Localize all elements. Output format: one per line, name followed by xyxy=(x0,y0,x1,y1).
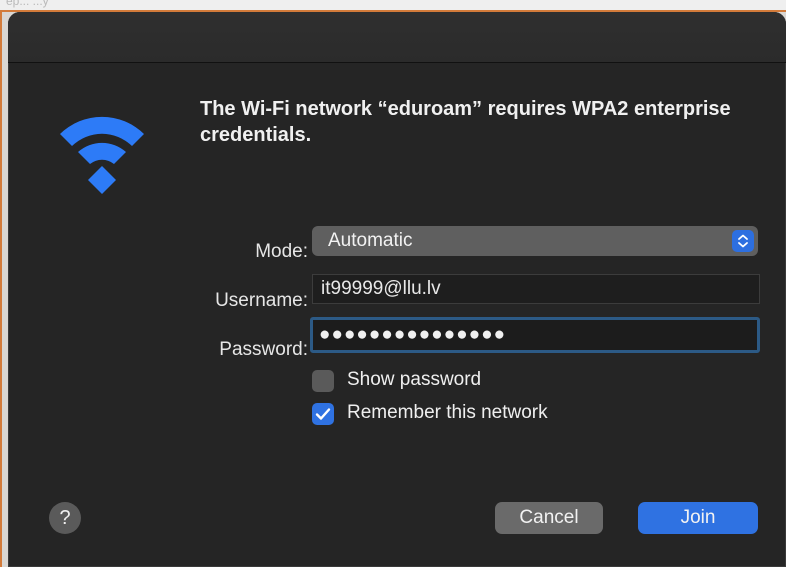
username-field[interactable]: it99999@llu.lv xyxy=(312,274,760,304)
username-label: Username: xyxy=(215,290,308,311)
wifi-credentials-dialog: The Wi-Fi network “eduroam” requires WPA… xyxy=(8,12,786,567)
mode-label: Mode: xyxy=(255,241,308,262)
password-label: Password: xyxy=(219,339,308,360)
background-text: ep... ...y xyxy=(6,0,49,8)
show-password-label[interactable]: Show password xyxy=(347,369,481,391)
join-button[interactable]: Join xyxy=(638,502,758,534)
username-value: it99999@llu.lv xyxy=(321,278,441,299)
dialog-titlebar xyxy=(8,12,786,63)
dialog-heading: The Wi-Fi network “eduroam” requires WPA… xyxy=(200,98,731,146)
wifi-icon xyxy=(60,116,144,194)
cancel-button[interactable]: Cancel xyxy=(495,502,603,534)
mode-select[interactable]: Automatic xyxy=(312,226,758,256)
help-button[interactable]: ? xyxy=(49,502,81,534)
window-border-left xyxy=(0,10,2,567)
chevron-up-down-icon xyxy=(732,230,754,252)
checkmark-icon xyxy=(315,408,331,420)
password-value: ●●●●●●●●●●●●●●● xyxy=(319,324,507,345)
password-field[interactable]: ●●●●●●●●●●●●●●● xyxy=(310,317,760,353)
show-password-checkbox[interactable] xyxy=(312,370,334,392)
remember-network-checkbox[interactable] xyxy=(312,403,334,425)
remember-network-label[interactable]: Remember this network xyxy=(347,402,548,424)
mode-select-value: Automatic xyxy=(328,230,413,251)
